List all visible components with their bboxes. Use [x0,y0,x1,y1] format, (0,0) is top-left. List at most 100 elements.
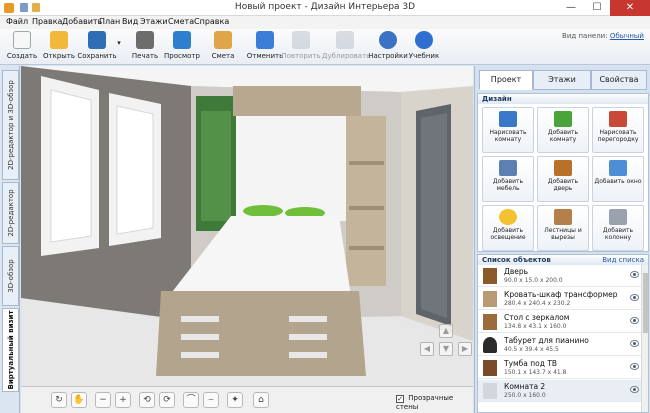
door-panel [421,113,447,318]
tab-2d-editor[interactable]: 2D-редактор [2,182,19,244]
visibility-eye-icon[interactable] [630,294,639,301]
list-item[interactable]: Дверь 90.0 x 15.0 x 200.0 [478,265,642,287]
tutorial-button[interactable]: Учебник [404,31,444,65]
tilt-down-icon[interactable]: ⌣ [203,392,219,408]
window-pane-left [50,89,92,243]
tab-3d-view[interactable]: 3D-обзор [2,246,19,306]
light-icon[interactable]: ✦ [227,392,243,408]
add-room-button[interactable]: Добавить комнату [537,107,589,153]
save-icon [88,31,106,49]
view-toolbar: ↻ ✋ − + ⟲ ⟳ ⌒ ⌣ ✦ ⌂ ✓ Прозрачные стены [21,386,473,413]
menu-file[interactable]: Файл [6,17,28,26]
tab-2d-3d[interactable]: 2D-редактор и 3D-обзор [2,70,19,180]
menu-estimate[interactable]: Смета [168,17,194,26]
tab-project[interactable]: Проект [479,70,533,90]
left-arrow-icon[interactable]: ◀ [420,342,434,356]
menu-edit[interactable]: Правка [32,17,62,26]
maximize-button[interactable]: ☐ [584,0,610,16]
list-item[interactable]: Табурет для пианино 40.5 x 39.4 x 45.5 [478,334,642,356]
visibility-eye-icon[interactable] [630,386,639,393]
tab-floors[interactable]: Этажи [533,70,591,90]
right-panel: Проект Этажи Свойства Дизайн Нарисовать … [474,66,650,413]
draw-room-icon [499,111,517,127]
add-column-button[interactable]: Добавить колонну [592,205,644,251]
list-item[interactable]: Тумба под ТВ 150.1 x 143.7 x 41.8 [478,357,642,379]
3d-viewport[interactable]: ◀ ▼ ▲ ▶ [21,66,473,386]
up-arrow-icon[interactable]: ▲ [439,324,453,338]
panel-view-label: Вид панели: [562,32,608,40]
settings-button[interactable]: Настройки [368,31,408,65]
list-item[interactable]: Комната 2 250.0 x 160.0 [478,380,642,402]
room-render[interactable] [21,66,473,386]
estimate-button[interactable]: Смета [203,31,243,65]
add-window-button[interactable]: Добавить окно [592,156,644,202]
menu-floors[interactable]: Этажи [140,17,168,26]
door-icon [554,160,572,176]
pillow-left [243,205,283,217]
right-arrow-icon[interactable]: ▶ [458,342,472,356]
tilt-up-icon[interactable]: ⌒ [183,392,199,408]
duplicate-icon [336,31,354,49]
menu-view[interactable]: Вид [122,17,138,26]
open-button[interactable]: Открыть [39,31,79,65]
transparent-walls-checkbox[interactable]: ✓ Прозрачные стены [396,394,473,411]
menu-plan[interactable]: План [99,17,120,26]
tab-virtual-visit[interactable]: Виртуальный визит [2,308,19,392]
undo-icon [256,31,274,49]
save-button[interactable]: Сохранить [77,31,117,65]
estimate-icon [214,31,232,49]
list-view-link[interactable]: Вид списка [602,255,644,265]
new-file-icon [13,31,31,49]
printer-icon [136,31,154,49]
bed-wardrobe-icon [483,291,497,307]
add-furniture-button[interactable]: Добавить мебель [482,156,534,202]
duplicate-button[interactable]: Дублировать [322,31,370,65]
minimize-button[interactable]: — [558,0,584,16]
menu-add[interactable]: Добавить [62,17,102,26]
down-arrow-icon[interactable]: ▼ [439,342,453,356]
design-buttons-panel: Нарисовать комнату Добавить комнату Нари… [477,104,649,252]
redo-button[interactable]: Повторить [281,31,321,65]
zoom-out-icon[interactable]: − [95,392,111,408]
stool-icon [483,337,497,353]
preview-button[interactable]: Просмотр [162,31,202,65]
visibility-eye-icon[interactable] [630,340,639,347]
list-item[interactable]: Кровать-шкаф трансформер 280.4 x 240.4 x… [478,288,642,310]
scrollbar-thumb[interactable] [643,273,648,333]
draw-partition-button[interactable]: Нарисовать перегородку [592,107,644,153]
panel-view-link[interactable]: Обычный [610,32,644,40]
close-button[interactable]: ✕ [610,0,650,16]
add-lighting-button[interactable]: Добавить освещение [482,205,534,251]
left-view-tabs: 2D-редактор и 3D-обзор 2D-редактор 3D-об… [0,66,20,413]
create-button[interactable]: Создать [2,31,42,65]
wardrobe-mirror [236,116,351,221]
window-pane-right [116,105,154,235]
visibility-eye-icon[interactable] [630,363,639,370]
monitor-icon [173,31,191,49]
rotate-right-icon[interactable]: ⟳ [159,392,175,408]
visibility-eye-icon[interactable] [630,271,639,278]
add-door-button[interactable]: Добавить дверь [537,156,589,202]
wardrobe-top [233,86,361,116]
object-list-scrollbar[interactable] [641,265,648,412]
object-list: Дверь 90.0 x 15.0 x 200.0 Кровать-шкаф т… [477,265,649,413]
checkbox-icon[interactable]: ✓ [396,395,404,403]
home-icon[interactable]: ⌂ [253,392,269,408]
partition-icon [609,111,627,127]
undo-button[interactable]: Отменить [245,31,285,65]
rotate-left-icon[interactable]: ⟲ [139,392,155,408]
zoom-in-icon[interactable]: + [115,392,131,408]
visibility-eye-icon[interactable] [630,317,639,324]
menu-help[interactable]: Справка [194,17,229,26]
tab-properties[interactable]: Свойства [591,70,647,90]
print-button[interactable]: Печать [125,31,165,65]
stairs-icon [554,209,572,225]
panel-view: Вид панели: Обычный [562,32,644,40]
stairs-cutouts-button[interactable]: Лестницы и вырезы [537,205,589,251]
furniture-icon [499,160,517,176]
list-item[interactable]: Стол с зеркалом 134.8 x 43.1 x 160.0 [478,311,642,333]
rotate-360-icon[interactable]: ↻ [51,392,67,408]
draw-room-button[interactable]: Нарисовать комнату [482,107,534,153]
hand-icon[interactable]: ✋ [71,392,87,408]
help-icon [415,31,433,49]
